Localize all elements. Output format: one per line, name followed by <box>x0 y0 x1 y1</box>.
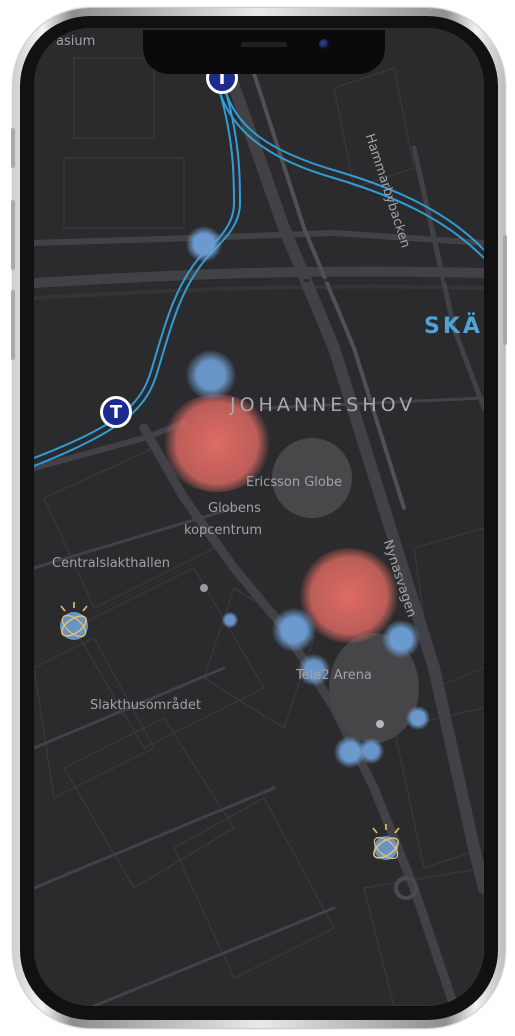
label-globens-kopcentrum-line1: Globens <box>208 501 261 516</box>
hotspot-blue[interactable] <box>358 738 384 764</box>
label-ericsson-globe: Ericsson Globe <box>246 475 343 490</box>
hotspot-blue[interactable] <box>272 608 316 652</box>
hotspot-dot[interactable] <box>376 720 384 728</box>
label-centralslakthallen: Centralslakthallen <box>52 556 170 571</box>
speaker-grille <box>241 42 287 47</box>
silent-switch <box>11 128 15 168</box>
hotspot-blue[interactable] <box>406 706 430 730</box>
hotspot-blue[interactable] <box>186 350 236 400</box>
label-top-partial: asium <box>56 34 96 49</box>
label-globens-kopcentrum-line2: kopcentrum <box>184 523 262 538</box>
metro-station-icon[interactable]: T <box>100 396 132 428</box>
front-camera-icon <box>319 39 329 49</box>
hotspot-blue[interactable] <box>382 620 420 658</box>
volume-up-button <box>11 200 15 270</box>
sensor-icon[interactable] <box>54 600 94 644</box>
metro-symbol: T <box>109 401 123 423</box>
label-slakthusomradet: Slakthusområdet <box>90 698 201 713</box>
hotspot-blue[interactable] <box>186 226 222 262</box>
volume-down-button <box>11 290 15 360</box>
label-tele2-arena: Tele2 Arena <box>296 668 372 683</box>
power-button <box>503 235 507 345</box>
phone-notch <box>143 30 385 74</box>
map-canvas[interactable] <box>34 28 484 1006</box>
label-ska: SKÄ <box>424 314 483 339</box>
hotspot-dot[interactable] <box>200 584 208 592</box>
label-district: JOHANNESHOV <box>230 394 417 416</box>
sensor-icon[interactable] <box>366 822 406 866</box>
hotspot-blue-small[interactable] <box>222 612 238 628</box>
map-screen[interactable]: T T asium Hammarbybacken SKÄ JOHANNESHOV… <box>34 28 484 1006</box>
